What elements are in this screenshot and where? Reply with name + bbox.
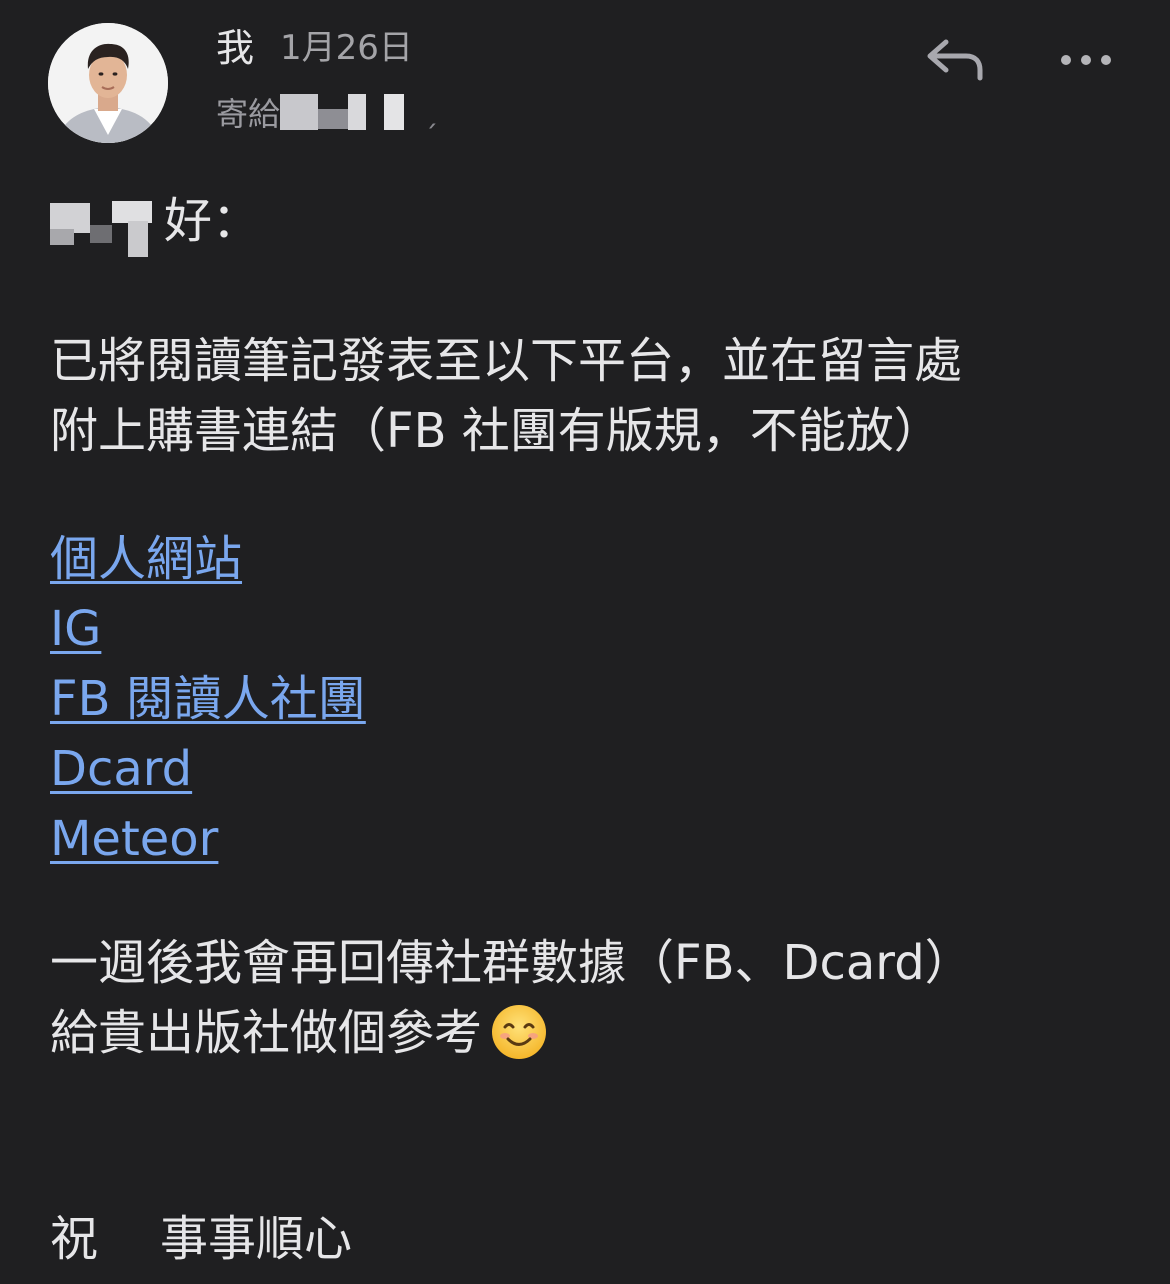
link-list: 個人網站 IG FB 閱讀人社團 Dcard Meteor <box>50 524 366 874</box>
closing-word-1: 祝 <box>50 1211 99 1267</box>
more-options-button[interactable] <box>1056 40 1116 80</box>
recipient-redacted <box>280 92 405 132</box>
paragraph-2-line-2-text: 給貴出版社做個參考 <box>50 1005 483 1061</box>
link-personal-website[interactable]: 個人網站 <box>50 524 242 594</box>
paragraph-1-line-2: 附上購書連結（FB 社團有版規，不能放） <box>50 403 942 459</box>
greeting-suffix: 好： <box>164 193 261 249</box>
smiling-face-icon <box>492 1005 547 1059</box>
greeting-name-redacted <box>50 191 162 257</box>
link-ig[interactable]: IG <box>50 594 101 664</box>
recipient-separator: ˏ <box>424 95 439 129</box>
more-horizontal-icon <box>1061 55 1111 65</box>
recipient-line[interactable]: 寄給 ˏ <box>216 88 438 136</box>
paragraph-1: 已將閱讀筆記發表至以下平台，並在留言處 附上購書連結（FB 社團有版規，不能放） <box>50 326 1130 466</box>
link-fb-reading-group[interactable]: FB 閱讀人社團 <box>50 664 366 734</box>
sender-line: 我 1月26日 <box>216 22 413 70</box>
sender-avatar[interactable] <box>48 23 168 143</box>
paragraph-2: 一週後我會再回傳社群數據（FB、Dcard） 給貴出版社做個參考 <box>50 928 1130 1068</box>
paragraph-1-line-1: 已將閱讀筆記發表至以下平台，並在留言處 <box>50 333 963 389</box>
closing-word-2: 事事順心 <box>160 1211 353 1267</box>
link-meteor[interactable]: Meteor <box>50 804 218 874</box>
recipient-prefix: 寄給 <box>216 95 281 133</box>
closing-line: 祝 事事順心 <box>50 1204 1130 1274</box>
reply-button[interactable] <box>924 34 988 86</box>
paragraph-2-line-1: 一週後我會再回傳社群數據（FB、Dcard） <box>50 935 973 991</box>
message-header: 我 1月26日 寄給 ˏ <box>0 0 1170 160</box>
greeting-line: 好： <box>50 186 1130 257</box>
link-dcard[interactable]: Dcard <box>50 734 192 804</box>
paragraph-2-line-2: 給貴出版社做個參考 <box>50 998 1130 1068</box>
sender-name[interactable]: 我 <box>216 17 254 72</box>
reply-arrow-icon <box>927 39 983 81</box>
sent-date: 1月26日 <box>280 27 413 68</box>
